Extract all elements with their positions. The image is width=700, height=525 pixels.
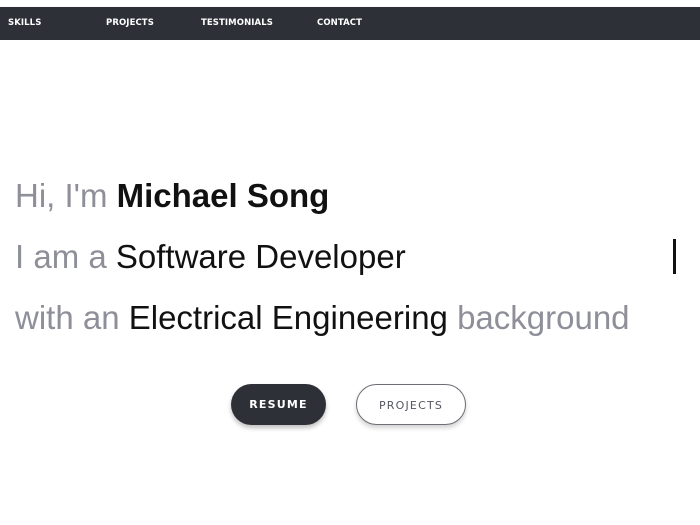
greeting-prefix: Hi, I'm <box>15 177 117 214</box>
hero-background-line: with an Electrical Engineering backgroun… <box>15 298 630 338</box>
background-prefix: with an <box>15 299 129 336</box>
hero-greeting: Hi, I'm Michael Song <box>15 176 329 216</box>
hero-role: Software Developer <box>115 238 406 275</box>
hero-section: Hi, I'm Michael Song I am a Software Dev… <box>0 40 700 525</box>
nav-link-projects[interactable]: PROJECTS <box>106 7 154 40</box>
role-prefix: I am a <box>15 238 116 275</box>
nav-link-testimonials[interactable]: TESTIMONIALS <box>201 7 273 40</box>
typing-cursor <box>673 239 676 274</box>
hero-role-line: I am a Software Developer <box>15 237 406 277</box>
background-suffix: background <box>447 299 630 336</box>
nav-link-contact[interactable]: CONTACT <box>317 7 362 40</box>
nav-link-skills[interactable]: SKILLS <box>8 7 41 40</box>
top-border <box>0 0 700 7</box>
hero-name: Michael Song <box>116 177 330 214</box>
top-navbar: SKILLS PROJECTS TESTIMONIALS CONTACT <box>0 7 700 40</box>
hero-field: Electrical Engineering <box>128 299 448 336</box>
projects-button[interactable]: PROJECTS <box>356 384 466 425</box>
resume-button[interactable]: RESUME <box>231 384 326 425</box>
